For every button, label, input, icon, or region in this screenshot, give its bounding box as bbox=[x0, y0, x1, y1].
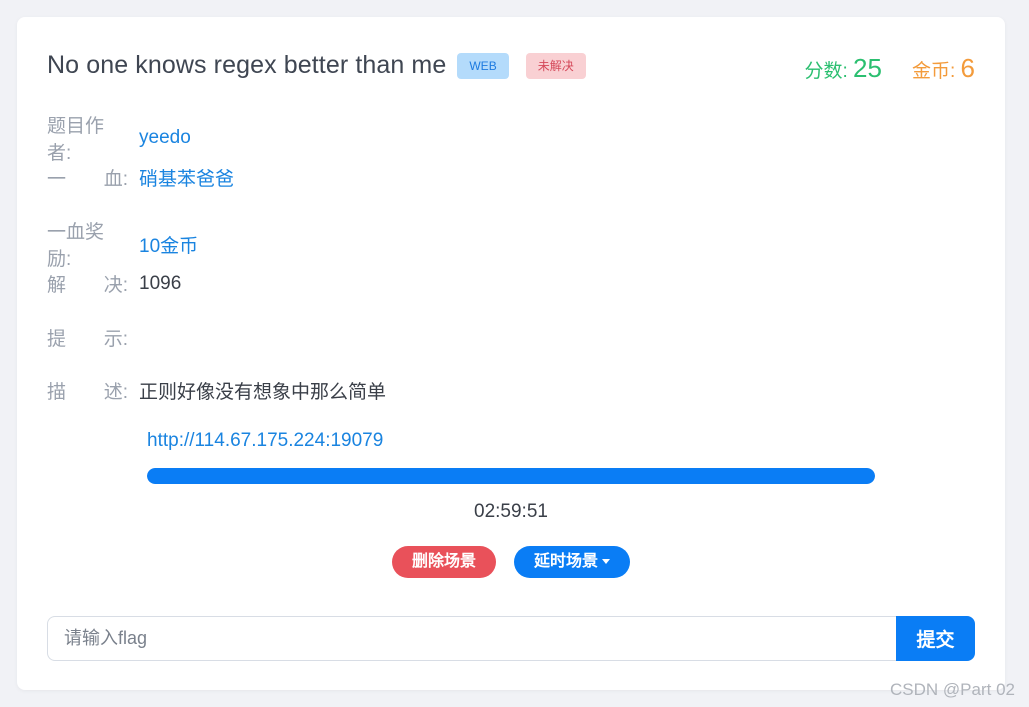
coins: 金币: 6 bbox=[912, 53, 975, 84]
author-label: 题目作者: bbox=[47, 116, 105, 164]
scene-timer: 02:59:51 bbox=[474, 501, 548, 522]
solves-label: 解 决: bbox=[47, 275, 128, 296]
info-author: 题目作者: yeedo bbox=[47, 111, 191, 165]
delete-scene-label: 删除场景 bbox=[411, 553, 476, 570]
score-label: 分数: bbox=[804, 61, 848, 82]
first-blood-label: 一 血: bbox=[47, 169, 128, 190]
scene-time-progress-bar bbox=[147, 468, 875, 484]
progress-fill bbox=[147, 468, 875, 484]
info-first-blood-reward: 一血奖励: 10金币 bbox=[47, 217, 198, 271]
flag-form: 提交 bbox=[47, 616, 975, 661]
extend-scene-dropdown-button[interactable]: 延时场景 bbox=[514, 546, 631, 578]
score-value: 25 bbox=[853, 53, 882, 83]
first-blood-reward-value: 10金币 bbox=[139, 235, 199, 257]
scene-actions: 删除场景 延时场景 bbox=[17, 546, 1005, 578]
info-hint: 提 示: bbox=[47, 324, 139, 351]
caret-down-icon bbox=[602, 559, 611, 565]
author-link[interactable]: yeedo bbox=[139, 127, 191, 149]
coin-label: 金币: bbox=[911, 61, 956, 82]
description-label: 描 述: bbox=[47, 382, 128, 403]
stats: 分数: 25 金币: 6 bbox=[804, 53, 975, 84]
description-value: 正则好像没有想象中那么简单 bbox=[139, 382, 387, 403]
submit-flag-button[interactable]: 提交 bbox=[896, 616, 975, 661]
title-row: No one knows regex better than me WEB 未解… bbox=[47, 51, 586, 80]
hint-label: 提 示: bbox=[47, 329, 128, 350]
delete-scene-button[interactable]: 删除场景 bbox=[391, 546, 496, 578]
scene-url-link[interactable]: http://114.67.175.224:19079 bbox=[147, 430, 383, 452]
watermark: CSDN @Part 02 bbox=[890, 680, 1015, 699]
info-first-blood: 一 血: 硝基苯爸爸 bbox=[47, 164, 234, 191]
coin-value: 6 bbox=[960, 53, 975, 83]
info-solves: 解 决: 1096 bbox=[47, 270, 181, 297]
extend-scene-label: 延时场景 bbox=[534, 553, 599, 570]
challenge-card: No one knows regex better than me WEB 未解… bbox=[17, 17, 1005, 690]
first-blood-reward-label: 一血奖励: bbox=[47, 222, 105, 270]
status-badge: 未解决 bbox=[525, 52, 586, 79]
category-badge: WEB bbox=[457, 52, 509, 79]
challenge-title: No one knows regex better than me bbox=[47, 51, 447, 79]
first-blood-user-link[interactable]: 硝基苯爸爸 bbox=[139, 164, 234, 191]
solves-value: 1096 bbox=[139, 272, 182, 294]
flag-input[interactable] bbox=[47, 616, 896, 661]
info-description: 描 述: 正则好像没有想象中那么简单 bbox=[47, 377, 386, 404]
score: 分数: 25 bbox=[804, 53, 881, 84]
